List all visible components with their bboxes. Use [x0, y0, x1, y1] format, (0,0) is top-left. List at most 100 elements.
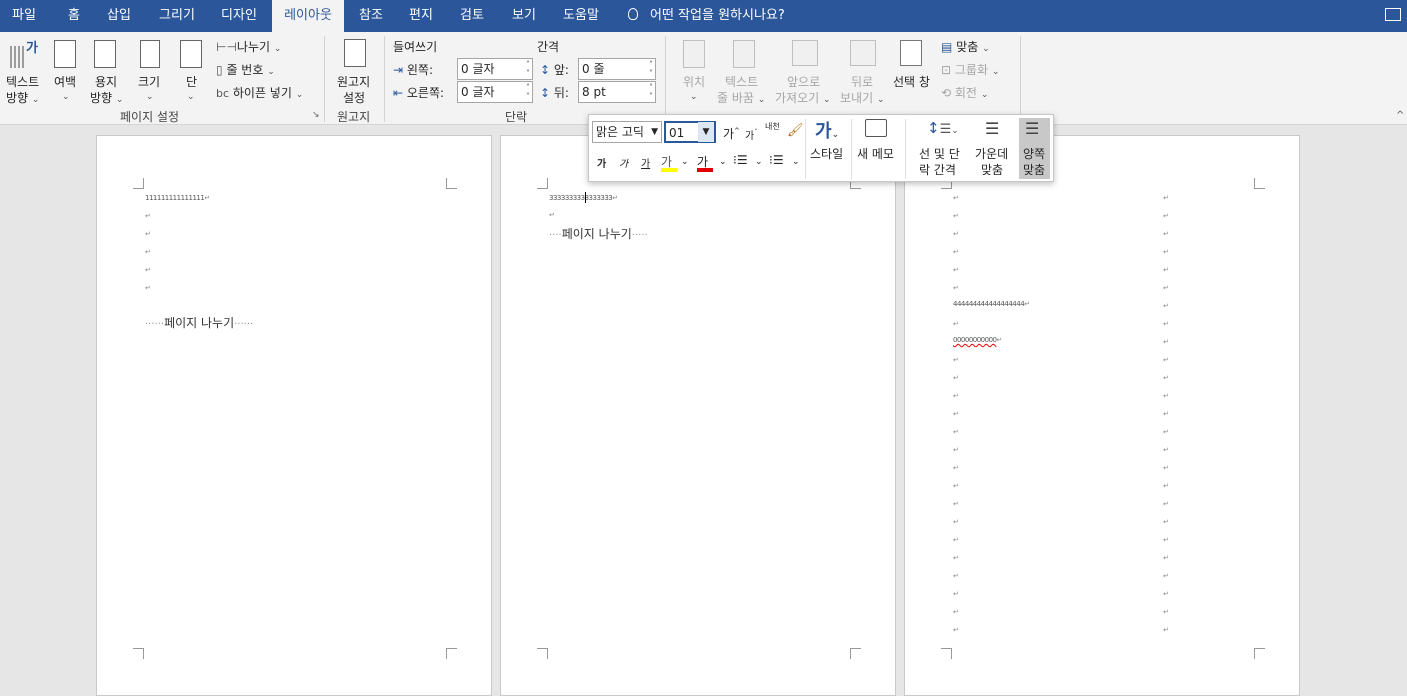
font-name-select[interactable]: 맑은 고딕 ▼ [592, 121, 662, 143]
phonetic-guide-button[interactable]: 내천 [765, 121, 780, 132]
font-size-input[interactable]: 01 ▼ [664, 121, 716, 143]
align-center-button[interactable]: 맞춤 [981, 161, 1003, 178]
bold-button[interactable]: 가 [597, 155, 606, 170]
text-line-misspelled[interactable]: 00000000000↵ [953, 336, 1002, 344]
send-backward-label[interactable]: 뒤로 [851, 73, 873, 90]
numbering-icon[interactable]: ⁝☰ [769, 153, 784, 167]
wrap-text-button[interactable]: 줄 바꿈 ⌄ [717, 89, 765, 106]
spinner-arrows-icon[interactable]: ˄ ˅ [526, 60, 530, 78]
bullets-dropdown-icon[interactable]: ⌄ [755, 157, 763, 167]
paragraph-mark: ↵ [145, 284, 151, 292]
highlight-button[interactable]: 가 [661, 153, 677, 172]
bring-forward-button[interactable]: 가져오기 ⌄ [775, 89, 831, 106]
tab-layout[interactable]: 레이아웃 [272, 0, 344, 32]
paragraph-mark: ↵ [1163, 248, 1169, 256]
line-spacing-button[interactable]: 락 간격 [919, 161, 956, 178]
paragraph-group-label: 단락 [505, 110, 528, 124]
paragraph-mark: ↵ [953, 266, 959, 274]
margins-dropdown-icon[interactable]: ⌄ [62, 88, 70, 102]
shrink-font-button[interactable]: 가ˇ [745, 127, 758, 142]
numbering-dropdown-icon[interactable]: ⌄ [792, 157, 800, 167]
wrap-text-label[interactable]: 텍스트 [725, 73, 758, 90]
indent-left-input[interactable]: 0 글자 ˄ ˅ [457, 58, 533, 80]
bring-forward-label[interactable]: 앞으로 [787, 73, 820, 90]
tab-insert[interactable]: 삽입 [98, 0, 140, 32]
group-separator [324, 36, 325, 122]
line-spacing-label[interactable]: 선 및 단 [919, 145, 960, 162]
format-painter-icon[interactable]: 🖌 [787, 123, 804, 138]
paragraph-mark: ↵ [1163, 626, 1169, 634]
tab-review[interactable]: 검토 [450, 0, 494, 32]
position-dropdown-icon[interactable]: ⌄ [690, 88, 698, 102]
tab-draw[interactable]: 그리기 [150, 0, 204, 32]
paragraph-mark: ↵ [953, 626, 959, 634]
tab-file[interactable]: 파일 [0, 0, 48, 32]
document-page-3[interactable]: 444444444444444444↵ 00000000000↵ ↵ ↵ ↵ ↵ ↵ ↵ ↵… [904, 135, 1300, 696]
size-dropdown-icon[interactable]: ⌄ [146, 88, 154, 102]
tab-design[interactable]: 디자인 [212, 0, 266, 32]
new-comment-button[interactable]: 새 메모 [857, 145, 894, 162]
justify-icon: ☰ [1025, 119, 1040, 138]
font-color-button[interactable]: 가 [697, 153, 713, 172]
selection-pane-button[interactable]: 선택 창 [893, 73, 930, 90]
tab-mailings[interactable]: 편지 [400, 0, 442, 32]
line-spacing-icon: ↕☰⌄ [927, 119, 959, 137]
paragraph-mark: ↵ [953, 446, 959, 454]
document-page-2[interactable]: 3333333333333333↵ ↵ ····페이지 나누기····· [500, 135, 896, 696]
spinner-arrows-icon[interactable]: ˄ ˅ [526, 83, 530, 101]
font-color-dropdown-icon[interactable]: ⌄ [719, 157, 727, 167]
document-page-1[interactable]: 111111111111111↵ ↵ ↵ ↵ ↵ ↵ ······페이지 나누기… [96, 135, 492, 696]
align-center-label[interactable]: 가운데 [975, 145, 1008, 162]
paragraph-mark: ↵ [1163, 428, 1169, 436]
justify-button[interactable]: 맞춤 [1023, 161, 1045, 178]
tell-me-search[interactable]: 어떤 작업을 원하시나요? [628, 0, 785, 32]
paragraph-mark: ↵ [145, 248, 151, 256]
page-corner-mark [941, 648, 952, 659]
text-direction-label[interactable]: 텍스트 [6, 73, 39, 90]
orientation-label[interactable]: 용지 [95, 73, 117, 90]
italic-button[interactable]: 가 [619, 155, 628, 170]
tab-help[interactable]: 도움말 [556, 0, 606, 32]
tab-references[interactable]: 참조 [350, 0, 392, 32]
highlight-dropdown-icon[interactable]: ⌄ [681, 157, 689, 167]
page-setup-launcher-icon[interactable]: ↘ [312, 110, 320, 120]
tab-home[interactable]: 홈 [56, 0, 92, 32]
spacing-before-icon: ↕ [540, 63, 551, 77]
grow-font-button[interactable]: 가^ [723, 125, 740, 142]
orientation-button[interactable]: 방향 ⌄ [90, 89, 123, 106]
align-button[interactable]: ▤ 맞춤 ⌄ [941, 38, 990, 55]
dropdown-arrow-icon[interactable]: ▼ [698, 122, 714, 142]
send-backward-button[interactable]: 보내기 ⌄ [840, 89, 885, 106]
text-line[interactable]: 444444444444444444↵ [953, 300, 1030, 308]
comment-icon[interactable] [1385, 8, 1401, 21]
columns-dropdown-icon[interactable]: ⌄ [187, 88, 195, 102]
manuscript-label[interactable]: 원고지 [337, 73, 370, 90]
collapse-ribbon-icon[interactable]: ^ [1396, 110, 1404, 121]
page-corner-mark [537, 648, 548, 659]
spinner-arrows-icon[interactable]: ˄ ˅ [649, 83, 653, 101]
justify-label[interactable]: 양쪽 [1023, 145, 1045, 162]
spacing-after-input[interactable]: 8 pt ˄ ˅ [578, 81, 656, 103]
text-line[interactable]: 3333333333333333↵ [549, 194, 618, 202]
bullets-icon[interactable]: ⁝☰ [733, 153, 748, 167]
spacing-before-input[interactable]: 0 줄 ˄ ˅ [578, 58, 656, 80]
indent-right-input[interactable]: 0 글자 ˄ ˅ [457, 81, 533, 103]
paragraph-mark: ↵ [1163, 302, 1169, 310]
hyphenation-button[interactable]: bc 하이픈 넣기 ⌄ [216, 84, 303, 101]
paragraph-mark: ↵ [953, 230, 959, 238]
rotate-button[interactable]: ⟲ 회전 ⌄ [941, 84, 988, 101]
line-numbers-button[interactable]: ▯ 줄 번호 ⌄ [216, 61, 275, 78]
group-objects-button[interactable]: ⊡ 그룹화 ⌄ [941, 61, 999, 78]
tab-view[interactable]: 보기 [502, 0, 546, 32]
rotate-icon: ⟲ [941, 86, 952, 100]
page-corner-mark [1254, 648, 1265, 659]
breaks-button[interactable]: ⊢⊣나누기 ⌄ [216, 38, 281, 55]
text-direction-button[interactable]: 방향 ⌄ [6, 89, 39, 106]
spinner-arrows-icon[interactable]: ˄ ˅ [649, 60, 653, 78]
paragraph-mark: ↵ [1163, 536, 1169, 544]
text-line[interactable]: 111111111111111↵ [145, 194, 210, 202]
paragraph-mark: ↵ [1163, 230, 1169, 238]
underline-button[interactable]: 가 [641, 155, 650, 170]
manuscript-setup-button[interactable]: 설정 [343, 89, 365, 106]
styles-button[interactable]: 스타일 [810, 145, 843, 162]
